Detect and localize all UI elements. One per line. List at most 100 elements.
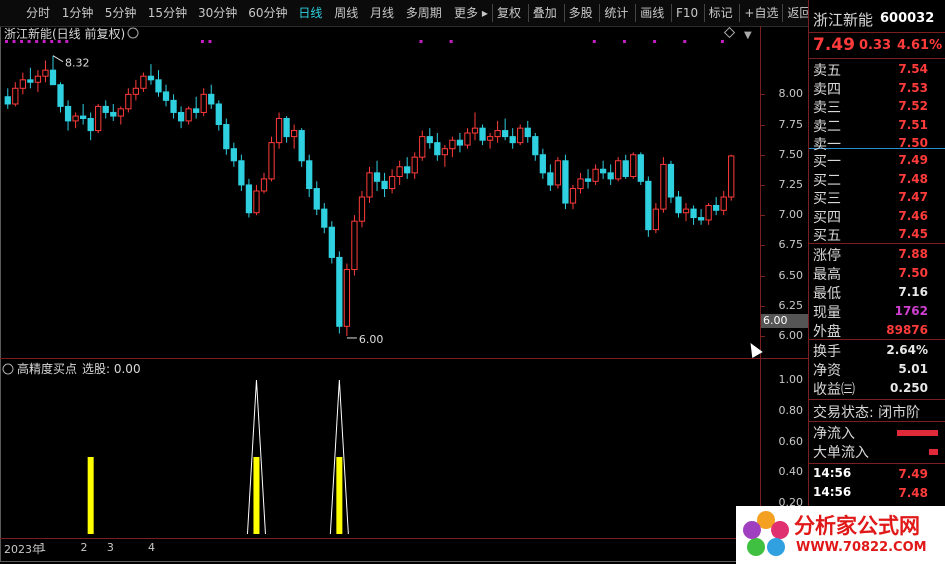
- candle-body-96[interactable]: [728, 155, 735, 198]
- candle-body-44[interactable]: [336, 256, 343, 327]
- candle-body-74[interactable]: [562, 160, 569, 204]
- toolbar-action-1[interactable]: 叠加: [533, 4, 557, 22]
- signal-bar-2[interactable]: [336, 457, 343, 534]
- candle-body-80[interactable]: [607, 172, 614, 180]
- candle-body-5[interactable]: [42, 69, 49, 77]
- candle-body-59[interactable]: [449, 139, 456, 150]
- candle-body-33[interactable]: [253, 190, 260, 214]
- candle-body-69[interactable]: [524, 127, 531, 138]
- price-chart[interactable]: 浙江新能(日线 前复权) ▼ 8.32 6.00: [0, 26, 760, 356]
- candle-body-72[interactable]: [547, 172, 554, 186]
- candle-body-3[interactable]: [27, 79, 34, 83]
- candle-body-86[interactable]: [652, 208, 660, 231]
- candle-body-92[interactable]: [697, 217, 705, 221]
- candle-body-0[interactable]: [4, 96, 11, 105]
- caret-down-icon[interactable]: ▼: [744, 30, 752, 41]
- candle-body-84[interactable]: [637, 154, 644, 182]
- candle-body-11[interactable]: [87, 117, 94, 132]
- candle-body-40[interactable]: [306, 160, 313, 190]
- candle-body-10[interactable]: [79, 115, 87, 119]
- candle-body-95[interactable]: [720, 196, 727, 211]
- candle-body-66[interactable]: [502, 130, 509, 138]
- candle-body-51[interactable]: [388, 175, 396, 190]
- signal-bar-1[interactable]: [253, 457, 260, 534]
- candle-body-75[interactable]: [569, 188, 577, 204]
- candle-body-12[interactable]: [95, 105, 102, 132]
- diamond-icon[interactable]: [723, 26, 736, 39]
- candle-body-24[interactable]: [185, 108, 192, 122]
- candle-body-47[interactable]: [358, 196, 366, 222]
- candle-body-15[interactable]: [117, 108, 124, 117]
- period-tab-4[interactable]: 30分钟: [198, 4, 237, 22]
- candle-body-1[interactable]: [12, 87, 19, 105]
- period-tab-0[interactable]: 分时: [26, 4, 50, 22]
- candle-body-42[interactable]: [321, 208, 328, 228]
- candle-body-79[interactable]: [599, 168, 607, 174]
- candle-body-16[interactable]: [125, 93, 132, 110]
- candle-body-23[interactable]: [177, 111, 185, 122]
- candle-body-19[interactable]: [147, 75, 155, 81]
- candle-body-76[interactable]: [577, 178, 584, 190]
- candle-body-81[interactable]: [615, 160, 622, 180]
- candle-body-65[interactable]: [494, 130, 501, 138]
- candle-body-58[interactable]: [441, 148, 448, 156]
- candle-body-77[interactable]: [584, 178, 592, 182]
- chevron-down-icon[interactable]: [2, 363, 14, 375]
- candle-body-83[interactable]: [630, 154, 637, 177]
- candle-body-78[interactable]: [592, 168, 599, 182]
- candle-body-73[interactable]: [554, 160, 562, 186]
- candle-body-94[interactable]: [713, 204, 720, 211]
- candle-body-90[interactable]: [682, 208, 690, 214]
- candle-body-9[interactable]: [72, 115, 79, 122]
- candle-body-87[interactable]: [660, 163, 667, 210]
- candle-body-61[interactable]: [464, 132, 471, 146]
- toolbar-action-6[interactable]: 标记: [709, 4, 733, 22]
- candle-body-57[interactable]: [434, 142, 441, 156]
- candle-body-56[interactable]: [426, 136, 433, 144]
- period-tab-6[interactable]: 日线: [298, 4, 322, 22]
- candle-body-82[interactable]: [622, 160, 629, 177]
- toolbar-action-3[interactable]: 统计: [604, 4, 628, 22]
- toolbar-action-7[interactable]: +自选: [744, 4, 778, 22]
- toolbar-action-4[interactable]: 画线: [640, 4, 664, 22]
- candle-body-49[interactable]: [373, 172, 381, 182]
- toolbar-action-0[interactable]: 复权: [497, 4, 521, 22]
- candle-body-30[interactable]: [230, 148, 237, 162]
- period-tab-3[interactable]: 15分钟: [148, 4, 187, 22]
- candle-body-14[interactable]: [110, 111, 117, 117]
- candle-body-71[interactable]: [539, 154, 546, 174]
- candle-body-52[interactable]: [396, 166, 403, 177]
- candle-body-45[interactable]: [343, 269, 351, 327]
- candle-body-27[interactable]: [208, 93, 215, 105]
- period-tab-1[interactable]: 1分钟: [62, 4, 94, 22]
- period-tab-5[interactable]: 60分钟: [248, 4, 287, 22]
- candle-body-50[interactable]: [381, 180, 388, 190]
- candle-body-26[interactable]: [200, 93, 207, 113]
- candle-body-28[interactable]: [215, 103, 222, 126]
- period-tab-2[interactable]: 5分钟: [105, 4, 137, 22]
- candle-body-38[interactable]: [291, 130, 298, 138]
- candle-body-2[interactable]: [19, 79, 26, 89]
- candle-body-68[interactable]: [517, 127, 524, 144]
- candle-body-7[interactable]: [57, 84, 64, 107]
- candle-body-67[interactable]: [509, 136, 516, 144]
- candle-body-54[interactable]: [411, 156, 418, 174]
- candle-body-88[interactable]: [667, 163, 675, 198]
- candle-body-39[interactable]: [298, 130, 305, 162]
- pane-divider[interactable]: [0, 358, 808, 359]
- candle-body-4[interactable]: [34, 75, 42, 83]
- period-tab-9[interactable]: 多周期: [406, 4, 442, 22]
- candle-body-37[interactable]: [283, 117, 290, 138]
- candle-body-41[interactable]: [313, 188, 320, 210]
- toolbar-action-5[interactable]: F10: [676, 4, 698, 22]
- toolbar-action-2[interactable]: 多股: [569, 4, 593, 22]
- candle-body-6[interactable]: [49, 69, 57, 86]
- candle-body-22[interactable]: [170, 99, 177, 113]
- candle-body-55[interactable]: [419, 136, 426, 158]
- signal-bar-0[interactable]: [87, 457, 94, 534]
- candle-body-36[interactable]: [275, 117, 283, 144]
- candle-body-48[interactable]: [366, 172, 373, 198]
- candle-body-20[interactable]: [155, 79, 162, 93]
- candle-body-32[interactable]: [245, 184, 253, 214]
- candle-body-46[interactable]: [351, 220, 358, 271]
